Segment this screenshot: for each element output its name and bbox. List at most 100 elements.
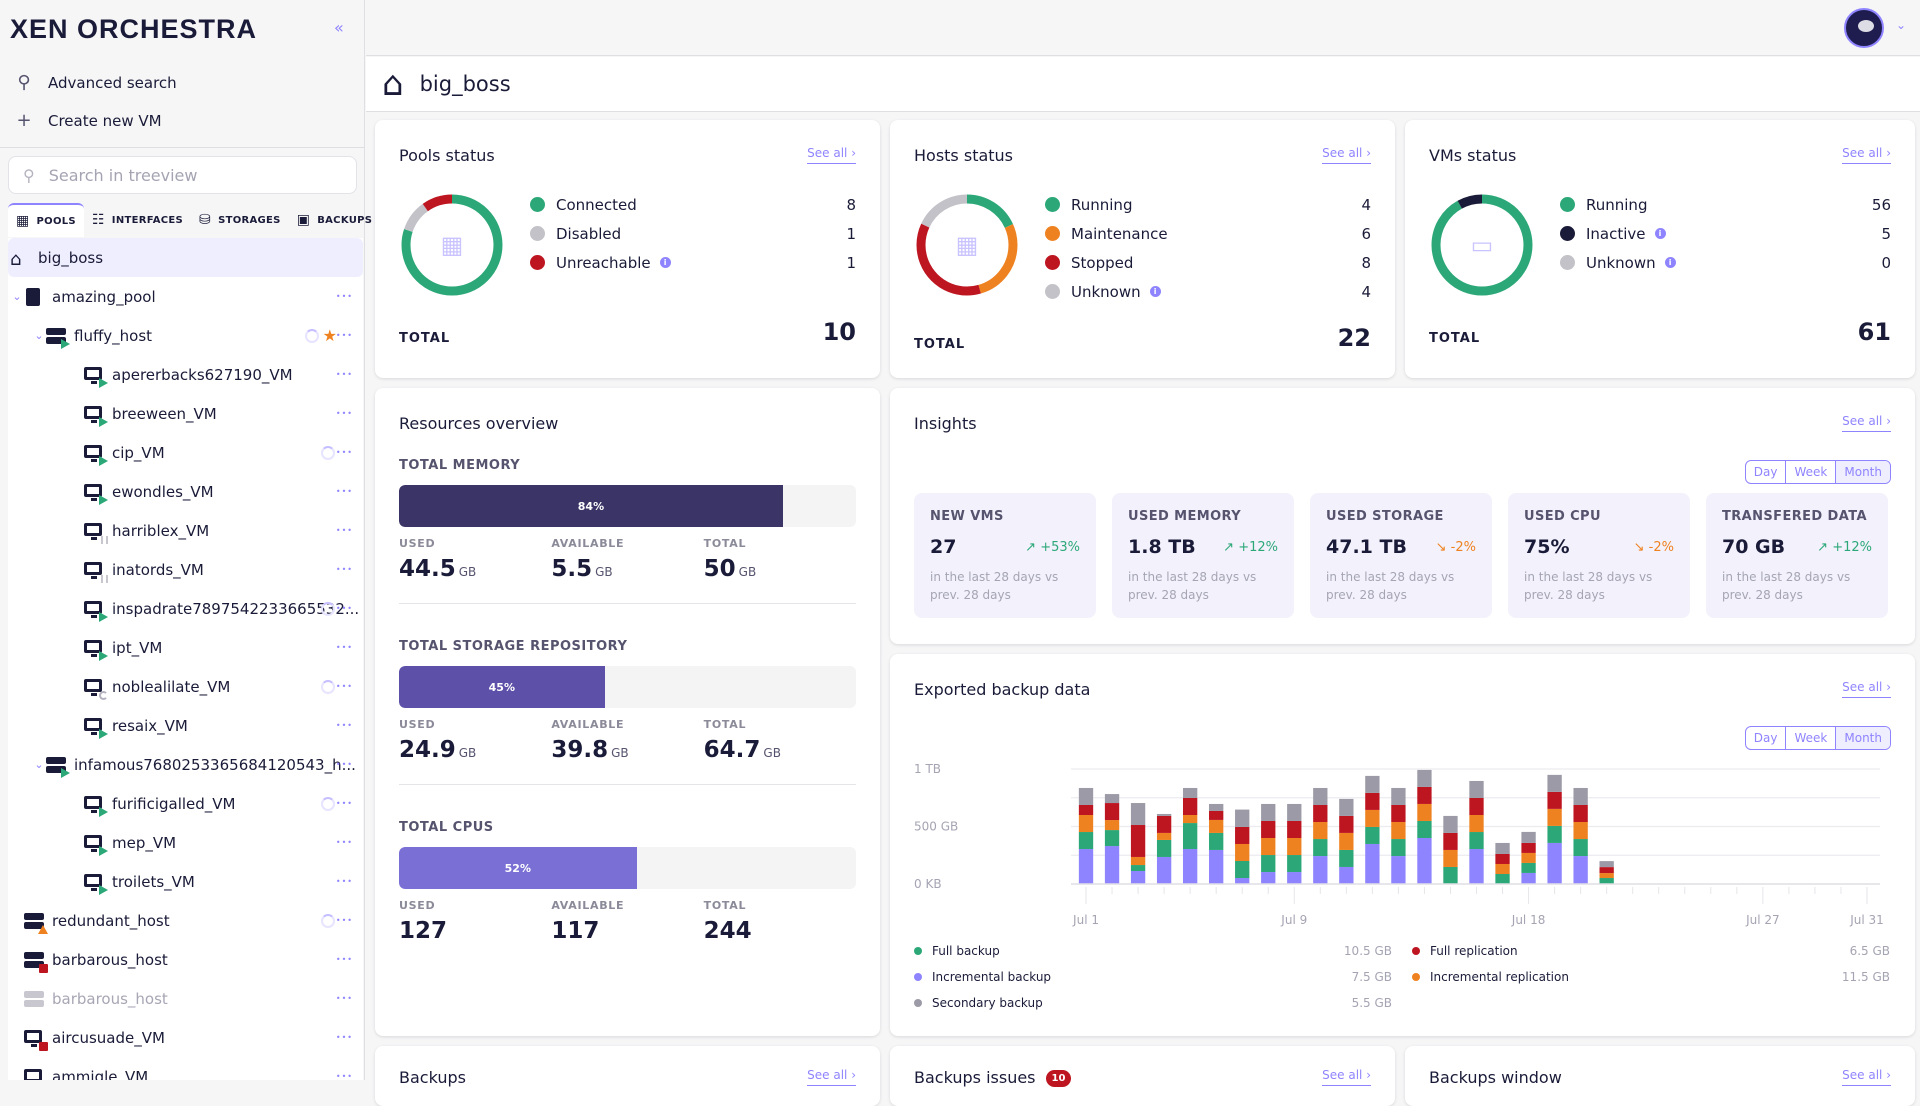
info-icon[interactable]: i: [1149, 286, 1161, 297]
resource-stats: USED 24.9 GB AVAILABLE 39.8 GB TOTAL 64.7 GB: [399, 718, 856, 763]
bar-segment-secondary-backup: [1182, 787, 1198, 798]
bar-segment-full-backup: [1287, 855, 1302, 873]
tab-pools[interactable]: ▦ POOLS: [8, 203, 84, 237]
more-actions-icon[interactable]: •••: [336, 916, 353, 925]
stat-unit: GB: [595, 565, 613, 579]
bar-segment-full-backup: [1182, 823, 1198, 850]
more-actions-icon[interactable]: •••: [336, 955, 353, 964]
see-all-link[interactable]: See all ›: [1842, 414, 1891, 432]
tree-item-vm[interactable]: cip_VM •••: [8, 433, 363, 472]
tree-item-vm[interactable]: ammiqle_VM •••: [8, 1057, 363, 1080]
see-all-link[interactable]: See all ›: [1842, 1068, 1891, 1086]
tree-item-site[interactable]: ⌂ big_boss: [8, 238, 363, 277]
tree-item-vm[interactable]: inatords_VM •••: [8, 550, 363, 589]
more-actions-icon[interactable]: •••: [336, 292, 353, 301]
more-actions-icon[interactable]: •••: [336, 526, 353, 535]
tree-item-vm[interactable]: mep_VM •••: [8, 823, 363, 862]
advanced-search-button[interactable]: ⚲ Advanced search: [14, 72, 176, 93]
tree-item-pool[interactable]: ⌄ amazing_pool •••: [8, 277, 363, 316]
tab-interfaces[interactable]: ☷ INTERFACES: [84, 203, 191, 237]
bar-segment-full-replication: [1156, 815, 1172, 833]
legend-label: Incremental replication: [1430, 970, 1569, 984]
insight-delta: ↗ +12%: [1817, 540, 1872, 555]
user-avatar[interactable]: [1844, 8, 1884, 48]
more-actions-icon[interactable]: •••: [336, 409, 353, 418]
bar-segment-secondary-backup: [1469, 780, 1484, 798]
more-actions-icon[interactable]: •••: [336, 760, 353, 769]
card-title: VMs status: [1429, 146, 1517, 165]
loading-spinner-icon: [305, 328, 319, 343]
see-all-link[interactable]: See all ›: [1322, 1068, 1371, 1086]
tree-item-vm[interactable]: resaix_VM •••: [8, 706, 363, 745]
y-tick-label: 500 GB: [914, 820, 958, 834]
bar-segment-full-replication: [1261, 820, 1276, 838]
period-day[interactable]: Day: [1746, 461, 1786, 483]
more-actions-icon[interactable]: •••: [336, 643, 353, 652]
tree-item-host[interactable]: ⌄ infamous7680253365684120543_h... •••: [8, 745, 363, 784]
tree-item-host[interactable]: barbarous_host •••: [8, 979, 363, 1018]
total-label: TOTAL: [1429, 331, 1481, 346]
tree-item-vm[interactable]: ipt_VM •••: [8, 628, 363, 667]
collapse-sidebar-icon[interactable]: «: [334, 18, 344, 37]
card-title: Backups: [399, 1068, 466, 1087]
insight-subtext: in the last 28 days vs prev. 28 days: [930, 570, 1059, 602]
more-actions-icon[interactable]: •••: [336, 487, 353, 496]
bar-segment-secondary-backup: [1365, 775, 1380, 793]
legend-label: Maintenance: [1071, 224, 1168, 243]
tree-item-label: aircusuade_VM: [52, 1028, 165, 1047]
period-month[interactable]: Month: [1835, 461, 1890, 483]
app-logo[interactable]: XEN ORCHESTRA: [10, 14, 257, 45]
see-all-link[interactable]: See all ›: [807, 1068, 856, 1086]
loading-spinner-icon: [321, 796, 335, 811]
tree-item-vm[interactable]: inspadrate7897542233665532... •••: [8, 589, 363, 628]
more-actions-icon[interactable]: •••: [336, 838, 353, 847]
more-actions-icon[interactable]: •••: [336, 1072, 353, 1080]
more-actions-icon[interactable]: •••: [336, 565, 353, 574]
more-actions-icon[interactable]: •••: [336, 448, 353, 457]
tree-item-vm[interactable]: troilets_VM •••: [8, 862, 363, 901]
more-actions-icon[interactable]: •••: [336, 604, 353, 613]
more-actions-icon[interactable]: •••: [336, 994, 353, 1003]
more-actions-icon[interactable]: •••: [336, 331, 353, 340]
chevron-down-icon[interactable]: ⌄: [32, 758, 46, 771]
usage-progress-fill: 45%: [399, 666, 605, 708]
tree-item-host[interactable]: redundant_host •••: [8, 901, 363, 940]
see-all-link[interactable]: See all ›: [1842, 146, 1891, 164]
tree-item-vm[interactable]: breeween_VM •••: [8, 394, 363, 433]
tree-item-host[interactable]: ⌄ fluffy_host ★ •••: [8, 316, 363, 355]
more-actions-icon[interactable]: •••: [336, 721, 353, 730]
more-actions-icon[interactable]: •••: [336, 1033, 353, 1042]
tab-backups[interactable]: ▣ BACKUPS: [289, 203, 381, 237]
tree-item-vm[interactable]: harriblex_VM •••: [8, 511, 363, 550]
chevron-down-icon[interactable]: ⌄: [32, 329, 46, 342]
bar-segment-secondary-backup: [1287, 803, 1302, 821]
tree-item-vm[interactable]: noblealilate_VM •••: [8, 667, 363, 706]
stat-unit: GB: [738, 565, 757, 579]
treeview-search-input[interactable]: ⚲ Search in treeview: [8, 156, 357, 194]
see-all-link[interactable]: See all ›: [807, 146, 856, 164]
bar-segment-incremental-backup: [1547, 842, 1562, 884]
info-icon[interactable]: i: [1664, 257, 1676, 268]
see-all-link[interactable]: See all ›: [1322, 146, 1371, 164]
more-actions-icon[interactable]: •••: [336, 799, 353, 808]
more-actions-icon[interactable]: •••: [336, 877, 353, 886]
info-icon[interactable]: i: [1654, 228, 1666, 239]
chevron-down-icon[interactable]: ⌄: [10, 290, 24, 303]
more-actions-icon[interactable]: •••: [336, 682, 353, 691]
tree-item-vm[interactable]: ewondles_VM •••: [8, 472, 363, 511]
info-icon[interactable]: i: [659, 257, 671, 268]
legend-value: 0: [1881, 253, 1891, 272]
tree-item-vm[interactable]: apererbacks627190_VM •••: [8, 355, 363, 394]
tree-item-vm[interactable]: aircusuade_VM •••: [8, 1018, 363, 1057]
period-week[interactable]: Week: [1785, 461, 1835, 483]
insight-value: 70 GB: [1722, 536, 1786, 558]
tree-item-vm[interactable]: furificigalled_VM •••: [8, 784, 363, 823]
host-icon: [24, 990, 44, 1008]
create-vm-button[interactable]: + Create new VM: [14, 110, 161, 131]
tree-item-host[interactable]: barbarous_host •••: [8, 940, 363, 979]
tab-storages[interactable]: ⛁ STORAGES: [191, 203, 289, 237]
total-value: 10: [822, 318, 856, 346]
chevron-down-icon[interactable]: ⌄: [1896, 18, 1906, 32]
bar-segment-full-backup: [1391, 839, 1406, 857]
more-actions-icon[interactable]: •••: [336, 370, 353, 379]
